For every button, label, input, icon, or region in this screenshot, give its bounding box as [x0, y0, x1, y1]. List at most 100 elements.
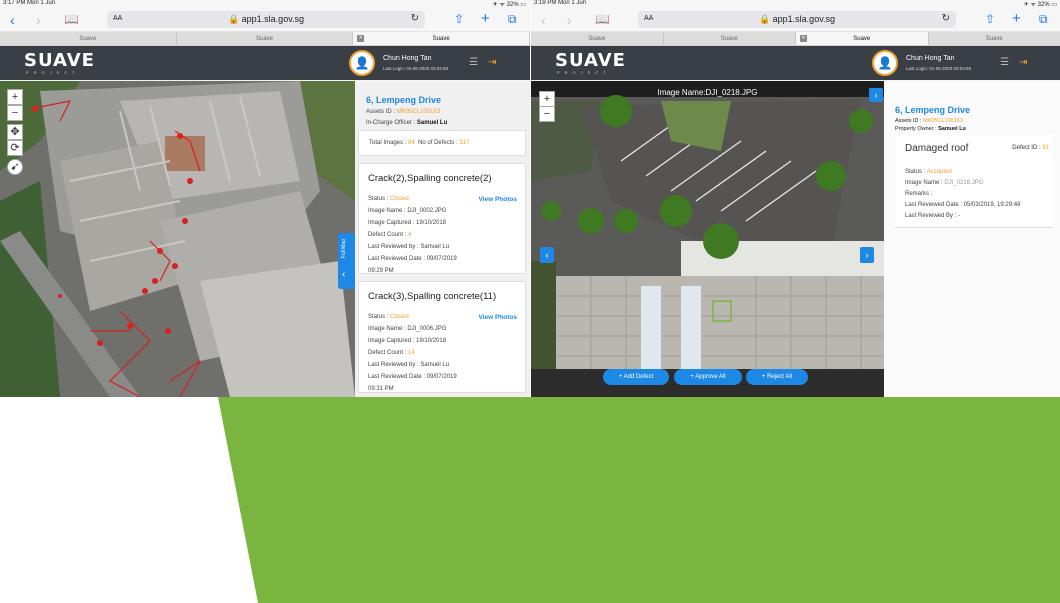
expand-panel-button[interactable]: ›	[869, 88, 883, 102]
compass-icon[interactable]: ➹	[7, 159, 23, 175]
defect-card[interactable]: Crack(3),Spalling concrete(11) View Phot…	[358, 281, 526, 393]
user-avatar-icon[interactable]: 👤	[349, 50, 375, 76]
assets-id: Assets ID : MK05CL100163	[895, 118, 963, 124]
summary-card: Total Images : 84 No of Defects : 317	[358, 130, 526, 156]
left-tablet-screenshot: 3:17 PM Mon 1 Jun ✈ ᯤ 32% ▭ ‹ › 📖 AA 🔒 a…	[0, 0, 530, 397]
pan-icon[interactable]: ✥	[7, 124, 23, 140]
url-text: 🔒 app1.sla.gov.sg	[227, 14, 305, 24]
photo-viewer[interactable]: Image Name:DJI_0218.JPG + − › ‹ › + Add …	[531, 81, 884, 397]
suave-logo: SUAVE	[555, 50, 626, 71]
add-defect-button[interactable]: + Add Defect	[603, 369, 669, 385]
suave-logo: SUAVE	[24, 50, 95, 71]
new-tab-icon[interactable]: +	[1012, 10, 1021, 27]
review-time: 09:31 PM	[368, 386, 394, 392]
defect-count: Defect Count : 14	[368, 350, 415, 356]
defect-title: Crack(2),Spalling concrete(2)	[368, 173, 492, 184]
back-icon[interactable]: ‹	[541, 12, 546, 28]
defect-card[interactable]: Crack(2),Spalling concrete(2) View Photo…	[358, 163, 526, 274]
browser-tabs: Suave Suave ✕ Suave Suave	[531, 32, 1060, 46]
defect-list-sidebar: 6, Lempeng Drive Assets ID : MK05CL10016…	[355, 81, 530, 397]
defect-detail-card: Damaged roof Defect ID : 81 Status : Acc…	[895, 135, 1053, 228]
logo-subtitle: PROJECT	[557, 70, 611, 75]
image-title: Image Name:DJI_0218.JPG	[657, 88, 758, 97]
user-name: Chun Hong Tan	[383, 55, 432, 62]
logout-icon[interactable]: ⇥	[1019, 57, 1027, 68]
tab-suave-2[interactable]: Suave	[664, 32, 796, 45]
property-address: 6, Lempeng Drive	[895, 105, 971, 115]
last-login: Last Login: 01-06-2020 03:04:59	[383, 66, 449, 71]
last-reviewed-by: Last Reviewed by : Samuel Lu	[368, 244, 450, 250]
status-time: 3:19 PM Mon 1 Jun	[534, 0, 587, 6]
safari-toolbar: ‹ › 📖 AA 🔒 app1.sla.gov.sg ↻ ⇧ + ⧉	[531, 8, 1060, 32]
tab-suave-1[interactable]: Suave	[531, 32, 664, 45]
tab-suave-4[interactable]: Suave	[929, 32, 1060, 45]
forward-icon[interactable]: ›	[36, 12, 41, 28]
url-text: 🔒 app1.sla.gov.sg	[758, 14, 836, 24]
defect-id: Defect ID : 81	[1012, 145, 1049, 151]
last-reviewed-by: Last Reviewed by : Samuel Lu	[368, 362, 450, 368]
tab-suave-active[interactable]: ✕ Suave	[353, 32, 530, 45]
reject-all-button[interactable]: + Reject All	[746, 369, 808, 385]
next-image-button[interactable]: ›	[860, 247, 874, 263]
view-photos-link[interactable]: View Photos	[478, 196, 517, 203]
forward-icon[interactable]: ›	[567, 12, 572, 28]
back-icon[interactable]: ‹	[10, 12, 15, 28]
defect-detail-panel: 6, Lempeng Drive Assets ID : MK05CL10016…	[884, 81, 1060, 397]
battery-level: ✈ ᯤ 32% ▭	[1023, 2, 1057, 8]
image-name: Image Name : DJI_0218.JPG	[905, 180, 984, 186]
property-owner: Property Owner : Samuel Lu	[895, 126, 966, 132]
logout-icon[interactable]: ⇥	[488, 57, 496, 68]
status: Status : Closed	[368, 314, 409, 320]
reload-icon[interactable]: ↻	[942, 13, 950, 24]
defect-title: Damaged roof	[905, 143, 969, 154]
ios-status-bar: 3:19 PM Mon 1 Jun ✈ ᯤ 32% ▭	[531, 0, 1060, 8]
tabs-overview-icon[interactable]: ⧉	[508, 12, 517, 27]
status-time: 3:17 PM Mon 1 Jun	[3, 0, 56, 6]
app-header: SUAVE PROJECT 👤 Chun Hong Tan Last Login…	[0, 46, 530, 80]
app-header: SUAVE PROJECT 👤 Chun Hong Tan Last Login…	[531, 46, 1060, 80]
view-photos-link[interactable]: View Photos	[478, 314, 517, 321]
right-tablet-screenshot: 3:19 PM Mon 1 Jun ✈ ᯤ 32% ▭ ‹ › 📖 AA 🔒 a…	[531, 0, 1060, 397]
user-avatar-icon[interactable]: 👤	[872, 50, 898, 76]
tab-suave-active[interactable]: ✕ Suave	[796, 32, 929, 45]
logo-subtitle: PROJECT	[26, 70, 80, 75]
user-name: Chun Hong Tan	[906, 55, 955, 62]
last-reviewed-by: Last Reviewed By : -	[905, 213, 961, 219]
officer: In-Charge Officer : Samuel Lu	[366, 120, 448, 126]
share-icon[interactable]: ⇧	[985, 12, 995, 26]
image-captured: Image Captured : 19/10/2018	[368, 220, 447, 226]
zoom-in-button[interactable]: +	[7, 89, 23, 105]
close-tab-icon[interactable]: ✕	[357, 35, 365, 42]
tab-suave-1[interactable]: Suave	[0, 32, 177, 45]
last-reviewed-date: Last Reviewed Date : 09/07/2019	[368, 374, 457, 380]
address-bar[interactable]: AA 🔒 app1.sla.gov.sg ↻	[638, 11, 956, 28]
new-tab-icon[interactable]: +	[481, 10, 490, 27]
image-name: Image Name : DJI_0006.JPG	[368, 326, 447, 332]
reload-icon[interactable]: ↻	[411, 13, 419, 24]
last-reviewed-date: Last Reviewed Date : 05/03/2019, 19:29:4…	[905, 202, 1021, 208]
close-tab-icon[interactable]: ✕	[800, 35, 807, 42]
last-reviewed-date: Last Reviewed Date : 09/07/2019	[368, 256, 457, 262]
tab-suave-2[interactable]: Suave	[177, 32, 354, 45]
bookmarks-icon[interactable]: 📖	[595, 12, 610, 26]
approve-all-button[interactable]: + Approve All	[674, 369, 742, 385]
image-captured: Image Captured : 19/10/2018	[368, 338, 447, 344]
share-icon[interactable]: ⇧	[454, 12, 464, 26]
bookmarks-icon[interactable]: 📖	[64, 12, 79, 26]
rotate-icon[interactable]: ⟳	[7, 140, 23, 156]
aerial-map[interactable]: + − ✥ ⟳ ➹	[0, 81, 355, 397]
address-bar[interactable]: AA 🔒 app1.sla.gov.sg ↻	[107, 11, 425, 28]
battery-level: ✈ ᯤ 32% ▭	[492, 2, 526, 8]
browser-tabs: Suave Suave ✕ Suave	[0, 32, 530, 46]
previous-image-button[interactable]: ‹	[540, 247, 554, 263]
last-login: Last Login: 01-06-2020 03:04:59	[906, 66, 972, 71]
menu-list-icon[interactable]: ☰	[1000, 57, 1009, 68]
zoom-out-button[interactable]: −	[7, 105, 23, 121]
zoom-out-button[interactable]: −	[539, 106, 555, 122]
menu-list-icon[interactable]: ☰	[469, 57, 478, 68]
tabs-overview-icon[interactable]: ⧉	[1039, 12, 1048, 27]
full-map-toggle[interactable]: Full Map ‹	[338, 233, 355, 289]
zoom-in-button[interactable]: +	[539, 91, 555, 107]
assets-id: Assets ID : MK05CL100163	[366, 109, 441, 115]
defect-count: Defect Count : 4	[368, 232, 412, 238]
